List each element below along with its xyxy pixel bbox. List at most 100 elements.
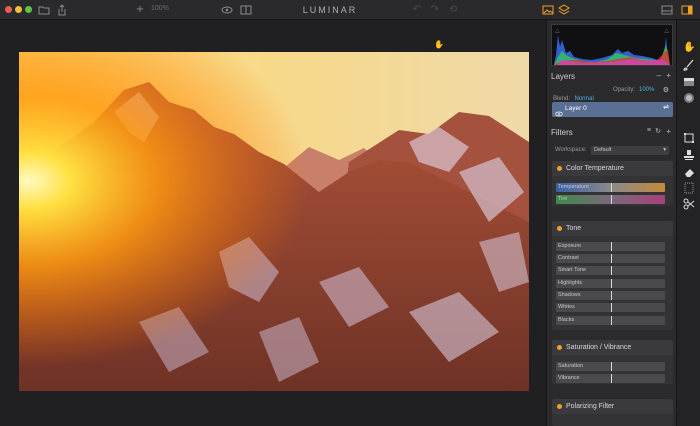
filter-name: Saturation / Vibrance xyxy=(566,344,632,351)
filter-header[interactable]: Tone xyxy=(552,221,673,236)
compare-icon[interactable] xyxy=(239,3,253,17)
single-panel-icon[interactable] xyxy=(660,3,674,17)
filter-active-dot[interactable] xyxy=(557,166,562,171)
add-layer-button[interactable]: + xyxy=(666,71,671,80)
slider-label: Vibrance xyxy=(558,375,580,381)
filter-card-color-temperature: Color Temperature Temperature Tint xyxy=(552,161,673,206)
radial-mask-icon[interactable] xyxy=(683,91,695,103)
eye-icon[interactable] xyxy=(220,3,234,17)
texture-tool-icon[interactable] xyxy=(683,181,695,194)
slider-knob[interactable] xyxy=(611,254,612,263)
slider-temperature[interactable]: Temperature xyxy=(556,183,665,192)
slider-saturation[interactable]: Saturation xyxy=(556,362,665,371)
filter-card-polarizing: Polarizing Filter xyxy=(552,399,673,426)
filter-card-saturation-vibrance: Saturation / Vibrance Saturation Vibranc… xyxy=(552,340,673,384)
eraser-tool-icon[interactable] xyxy=(683,165,695,177)
zoom-level[interactable]: 100% xyxy=(151,5,169,12)
slider-label: Exposure xyxy=(558,243,582,249)
slider-label: Temperature xyxy=(558,184,589,190)
filter-name: Polarizing Filter xyxy=(566,403,615,410)
tool-strip: ✋ xyxy=(676,20,700,426)
add-filter-button[interactable]: + xyxy=(666,127,671,136)
filters-header: Filters ≡ ↻ + xyxy=(551,127,673,137)
share-icon[interactable] xyxy=(55,3,69,17)
right-panel: △ △ Layers – + Blend: Normal Opacity: 10… xyxy=(546,20,676,426)
slider-knob[interactable] xyxy=(611,183,612,192)
layer-item[interactable]: Layer 0 ⇌ xyxy=(552,102,673,117)
maximize-window-button[interactable] xyxy=(25,6,32,13)
histogram: △ △ xyxy=(551,24,673,66)
slider-shadows[interactable]: Shadows xyxy=(556,291,665,300)
workspace-select[interactable]: Default ▾ xyxy=(591,146,669,155)
layers-header: Layers – + xyxy=(551,71,673,81)
slider-contrast[interactable]: Contrast xyxy=(556,254,665,263)
filter-active-dot[interactable] xyxy=(557,404,562,409)
mountain-sunset-photo[interactable] xyxy=(19,52,529,391)
slider-knob[interactable] xyxy=(611,279,612,288)
filter-refresh-icon[interactable]: ↻ xyxy=(655,127,661,135)
clone-stamp-icon[interactable] xyxy=(683,148,695,160)
slider-knob[interactable] xyxy=(611,303,612,312)
filter-presets-icon[interactable]: ≡ xyxy=(647,127,651,134)
layer-visibility-eye-icon[interactable] xyxy=(555,105,563,123)
clipping-warning-icon[interactable]: △ xyxy=(664,27,669,34)
layer-name: Layer 0 xyxy=(565,105,587,112)
undo-icon[interactable]: ↶ xyxy=(410,3,424,17)
filter-header[interactable]: Saturation / Vibrance xyxy=(552,340,673,355)
close-window-button[interactable] xyxy=(5,6,12,13)
slider-knob[interactable] xyxy=(611,291,612,300)
redo-icon[interactable]: ↷ xyxy=(428,3,442,17)
photo-view-icon[interactable] xyxy=(541,3,555,17)
transform-tool-icon[interactable] xyxy=(683,197,695,210)
slider-knob[interactable] xyxy=(611,316,612,325)
slider-tint[interactable]: Tint xyxy=(556,195,665,204)
slider-knob[interactable] xyxy=(611,242,612,251)
filter-active-dot[interactable] xyxy=(557,226,562,231)
minimize-window-button[interactable] xyxy=(15,6,22,13)
app-title: LUMINAR xyxy=(302,5,358,15)
slider-label: Tint xyxy=(558,196,567,202)
brush-tool-icon[interactable] xyxy=(683,58,695,71)
layer-adjust-icon[interactable]: ⇌ xyxy=(663,103,669,111)
slider-label: Blacks xyxy=(558,317,575,323)
slider-knob[interactable] xyxy=(611,195,612,204)
slider-label: Smart Tone xyxy=(558,267,587,273)
image-canvas[interactable]: ✋ xyxy=(0,20,546,426)
filter-header[interactable]: Color Temperature xyxy=(552,161,673,176)
slider-smart-tone[interactable]: Smart Tone xyxy=(556,266,665,275)
folder-icon[interactable] xyxy=(37,3,51,17)
filter-active-dot[interactable] xyxy=(557,345,562,350)
slider-exposure[interactable]: Exposure xyxy=(556,242,665,251)
slider-knob[interactable] xyxy=(611,266,612,275)
chevron-down-icon: ▾ xyxy=(663,147,666,153)
layer-blend-row: Blend: Normal Opacity: 100% ⚙ xyxy=(553,86,671,102)
clipping-warning-left-icon[interactable]: △ xyxy=(555,27,560,34)
slider-blacks[interactable]: Blacks xyxy=(556,316,665,325)
slider-label: Shadows xyxy=(558,292,581,298)
filter-header[interactable]: Polarizing Filter xyxy=(552,399,673,414)
hand-cursor-icon: ✋ xyxy=(434,40,444,49)
collapse-layers-button[interactable]: – xyxy=(657,71,661,80)
title-bar: + 100% LUMINAR ↶ ↷ ⟲ xyxy=(0,0,700,20)
slider-knob[interactable] xyxy=(611,362,612,371)
layers-view-icon[interactable] xyxy=(557,3,571,17)
crop-tool-icon[interactable] xyxy=(683,131,695,143)
zoom-in-icon[interactable]: + xyxy=(133,3,147,17)
filter-card-tone: Tone Exposure Contrast Smart Tone Highli… xyxy=(552,221,673,330)
slider-label: Saturation xyxy=(558,363,584,369)
gradient-mask-icon[interactable] xyxy=(683,75,695,87)
slider-label: Whites xyxy=(558,304,575,310)
history-icon[interactable]: ⟲ xyxy=(446,3,460,17)
hand-tool-icon[interactable]: ✋ xyxy=(683,42,695,54)
slider-label: Contrast xyxy=(558,255,579,261)
sidebar-icon[interactable] xyxy=(680,3,694,17)
slider-highlights[interactable]: Highlights xyxy=(556,279,665,288)
slider-vibrance[interactable]: Vibrance xyxy=(556,374,665,383)
opacity-label: Opacity: xyxy=(613,87,636,93)
opacity-value[interactable]: 100% xyxy=(639,87,654,93)
workspace-value: Default xyxy=(594,147,612,153)
slider-whites[interactable]: Whites xyxy=(556,303,665,312)
layer-settings-gear-icon[interactable]: ⚙ xyxy=(663,86,669,94)
filter-name: Tone xyxy=(566,225,582,232)
slider-knob[interactable] xyxy=(611,374,612,383)
